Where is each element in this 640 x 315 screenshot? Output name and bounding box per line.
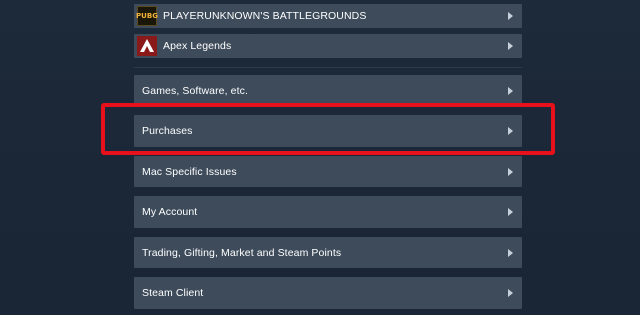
- category-label: Trading, Gifting, Market and Steam Point…: [142, 246, 342, 259]
- chevron-right-icon: [508, 167, 513, 176]
- purchases-highlight-box: [101, 103, 555, 155]
- category-games-software[interactable]: Games, Software, etc.: [134, 75, 522, 106]
- category-label: Games, Software, etc.: [142, 84, 248, 97]
- pubg-game-icon: PUBG: [136, 6, 158, 26]
- category-label: My Account: [142, 206, 198, 218]
- section-divider: [134, 67, 522, 68]
- chevron-right-icon: [508, 248, 513, 257]
- category-label: Steam Client: [142, 287, 204, 299]
- game-row-apex-legends[interactable]: Apex Legends: [134, 34, 522, 58]
- game-row-label: Apex Legends: [163, 40, 232, 52]
- game-row-label: PLAYERUNKNOWN'S BATTLEGROUNDS: [163, 10, 367, 22]
- apex-legends-game-icon: [137, 36, 157, 56]
- chevron-right-icon: [508, 208, 513, 216]
- chevron-right-icon: [508, 42, 513, 50]
- chevron-right-icon: [508, 12, 513, 20]
- game-row-pubg[interactable]: PUBG PLAYERUNKNOWN'S BATTLEGROUNDS: [134, 4, 522, 28]
- category-label: Mac Specific Issues: [142, 165, 237, 178]
- chevron-right-icon: [508, 86, 513, 95]
- category-steam-client[interactable]: Steam Client: [134, 277, 522, 309]
- category-trading-gifting-market[interactable]: Trading, Gifting, Market and Steam Point…: [134, 237, 522, 268]
- category-my-account[interactable]: My Account: [134, 196, 522, 228]
- category-mac-specific-issues[interactable]: Mac Specific Issues: [134, 156, 522, 187]
- chevron-right-icon: [508, 289, 513, 297]
